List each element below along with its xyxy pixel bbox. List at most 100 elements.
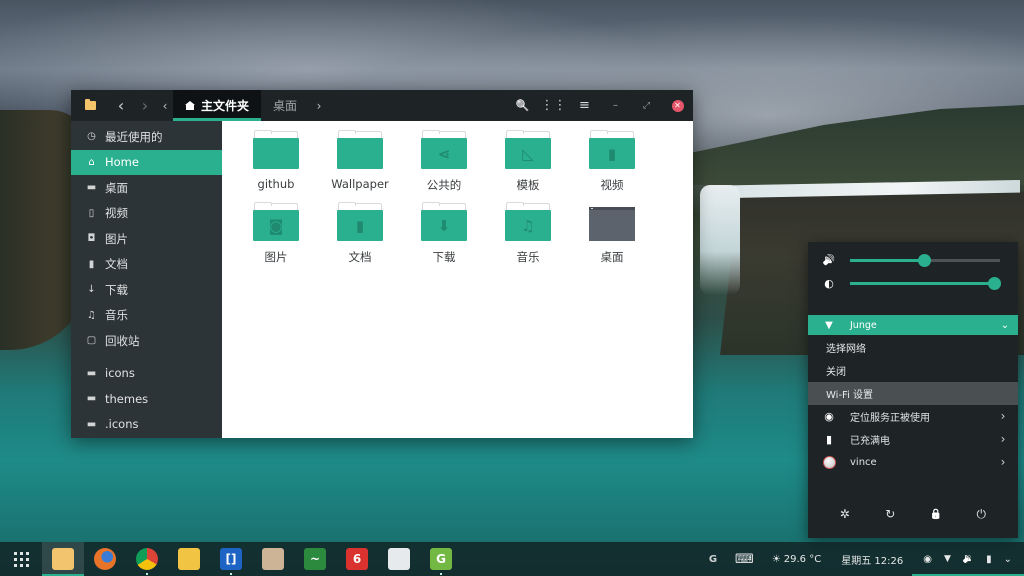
volume-row: 🔊 — [808, 252, 1018, 268]
folder-share-icon: ⋖ — [421, 130, 467, 169]
sidebar-item-pictures[interactable]: ◘ 图片 — [71, 226, 222, 252]
location-label: 定位服务正被使用 — [850, 412, 930, 424]
maximize-button[interactable]: ⤢ — [631, 90, 662, 121]
app-grid-icon — [13, 551, 29, 567]
search-button[interactable]: 🔍 — [507, 90, 538, 121]
view-toggle-button[interactable]: ⋮⋮ — [538, 90, 569, 121]
settings-button[interactable]: ✲ — [833, 504, 857, 524]
folder-icon: ▬ — [86, 393, 97, 405]
file-item[interactable]: Wallpaper — [318, 130, 402, 193]
files-icon — [52, 548, 74, 570]
file-item[interactable]: ⬇ 下载 — [402, 202, 486, 265]
sidebar-bookmark-icons[interactable]: ▬ icons — [71, 361, 222, 387]
file-name: 文档 — [348, 250, 372, 264]
breadcrumb-home[interactable]: 主文件夹 — [173, 90, 262, 121]
sidebar-item-label: 视频 — [105, 206, 128, 221]
taskbar-app-mail[interactable] — [168, 542, 210, 576]
chevron-down-icon: ⌄ — [1003, 553, 1012, 565]
brightness-slider[interactable] — [850, 276, 1001, 290]
sidebar-item-recent[interactable]: ◷ 最近使用的 — [71, 124, 222, 150]
video-icon: ▯ — [88, 207, 95, 219]
menu-button[interactable]: ≡ — [569, 90, 600, 121]
taskbar-app-settings-toggle[interactable] — [378, 542, 420, 576]
file-item[interactable]: ◙ 图片 — [234, 202, 318, 265]
file-item[interactable]: ◺ 模板 — [486, 130, 570, 193]
breadcrumb-desktop[interactable]: 桌面 — [261, 90, 309, 121]
file-item[interactable]: ⋖ 公共的 — [402, 130, 486, 193]
battery-label: 已充满电 — [850, 435, 890, 447]
rotation-lock-button[interactable]: ↻ — [878, 504, 902, 524]
close-button[interactable]: ✕ — [662, 90, 693, 121]
taskbar-app-chrome[interactable] — [126, 542, 168, 576]
sidebar-bookmark-dot-icons[interactable]: ▬ .icons — [71, 412, 222, 438]
sidebar-item-music[interactable]: ♫ 音乐 — [71, 303, 222, 329]
battery-icon: ▮ — [986, 553, 992, 565]
breadcrumb-scroll-right[interactable]: › — [309, 90, 329, 121]
clock[interactable]: 星期五 12:26 — [827, 542, 917, 576]
sidebar-item-downloads[interactable]: ↓ 下载 — [71, 277, 222, 303]
file-name: 桌面 — [600, 250, 624, 264]
sidebar-item-desktop[interactable]: ▬ 桌面 — [71, 175, 222, 201]
taskbar-app-image-viewer[interactable] — [252, 542, 294, 576]
taskbar-app-code-editor[interactable]: [] — [210, 542, 252, 576]
file-name: 图片 — [264, 250, 288, 264]
update-tray-button[interactable]: G — [703, 542, 723, 576]
location-icon: ◉ — [824, 409, 834, 423]
weather-button[interactable]: ☀ 29.6 °C — [766, 542, 827, 576]
sidebar-item-videos[interactable]: ▯ 视频 — [71, 201, 222, 227]
select-network-item[interactable]: 选择网络 — [808, 336, 1018, 359]
file-item[interactable]: ♫ 音乐 — [486, 202, 570, 265]
folder-videos-icon: ▮ — [589, 130, 635, 169]
taskbar-app-system-monitor[interactable]: ~ — [294, 542, 336, 576]
tray-expand-button[interactable]: ⌄ — [998, 542, 1024, 576]
sidebar-item-documents[interactable]: ▮ 文档 — [71, 252, 222, 278]
taskbar-app-files[interactable] — [42, 542, 84, 576]
settings-icon: ✲ — [839, 507, 850, 521]
settings-toggle-icon — [388, 548, 410, 570]
taskbar-app-firefox[interactable] — [84, 542, 126, 576]
keyboard-button[interactable]: ⌨ — [723, 542, 766, 576]
file-item[interactable]: ▮ 视频 — [570, 130, 654, 193]
file-name: 视频 — [600, 178, 624, 192]
file-item[interactable]: 桌面 — [570, 203, 654, 265]
taskbar-app-update-manager[interactable]: G — [420, 542, 462, 576]
mail-icon — [178, 548, 200, 570]
wifi-settings-item[interactable]: Wi-Fi 设置 — [808, 382, 1018, 405]
lock-screen-button[interactable]: 🔒 — [924, 504, 948, 524]
maximize-icon: ⤢ — [642, 100, 651, 111]
code-editor-icon: [] — [220, 548, 242, 570]
sidebar-item-label: .icons — [105, 417, 139, 432]
folder-icon — [337, 130, 383, 169]
app-launcher-button[interactable] — [0, 542, 42, 576]
recent-icon: ◷ — [87, 131, 96, 143]
rotation-lock-icon: ↻ — [885, 507, 896, 521]
volume-slider[interactable] — [850, 253, 1000, 267]
sidebar-item-trash[interactable]: ▢ 回收站 — [71, 328, 222, 354]
file-item[interactable]: ▮ 文档 — [318, 202, 402, 265]
location-services-row[interactable]: ◉ 定位服务正被使用 › — [808, 405, 1018, 427]
minimize-button[interactable]: – — [600, 90, 631, 121]
breadcrumb-scroll-left[interactable]: ‹ — [157, 90, 173, 121]
turn-off-wifi-item[interactable]: 关闭 — [808, 359, 1018, 382]
file-item[interactable]: github — [234, 130, 318, 193]
wifi-tray-button[interactable]: ▼ — [938, 542, 957, 576]
battery-row[interactable]: ▮ 已充满电 › — [808, 428, 1018, 450]
back-button[interactable]: ‹ — [109, 90, 133, 121]
taskbar-app-netease-music[interactable]: 6 — [336, 542, 378, 576]
wallpaper-hill — [690, 105, 1024, 185]
power-button[interactable]: ⏻ — [969, 504, 993, 524]
volume-tray-button[interactable]: 🔉 — [957, 542, 980, 576]
wifi-network-toggle[interactable]: ▼ Junge ⌄ — [808, 315, 1018, 335]
sidebar-bookmark-themes[interactable]: ▬ themes — [71, 386, 222, 412]
sidebar-item-label: 回收站 — [105, 333, 140, 348]
volume-slider-handle[interactable] — [917, 253, 931, 267]
location-tray-button[interactable]: ◉ — [917, 542, 938, 576]
brightness-slider-handle[interactable] — [988, 276, 1001, 290]
battery-tray-button[interactable]: ▮ — [980, 542, 998, 576]
folder-button[interactable] — [71, 90, 109, 121]
chrome-icon — [136, 548, 158, 570]
forward-button[interactable]: › — [133, 90, 157, 121]
user-row[interactable]: vince › — [808, 451, 1018, 473]
sidebar-item-home[interactable]: ⌂ Home — [71, 149, 222, 175]
sidebar-item-label: Home — [105, 155, 139, 170]
